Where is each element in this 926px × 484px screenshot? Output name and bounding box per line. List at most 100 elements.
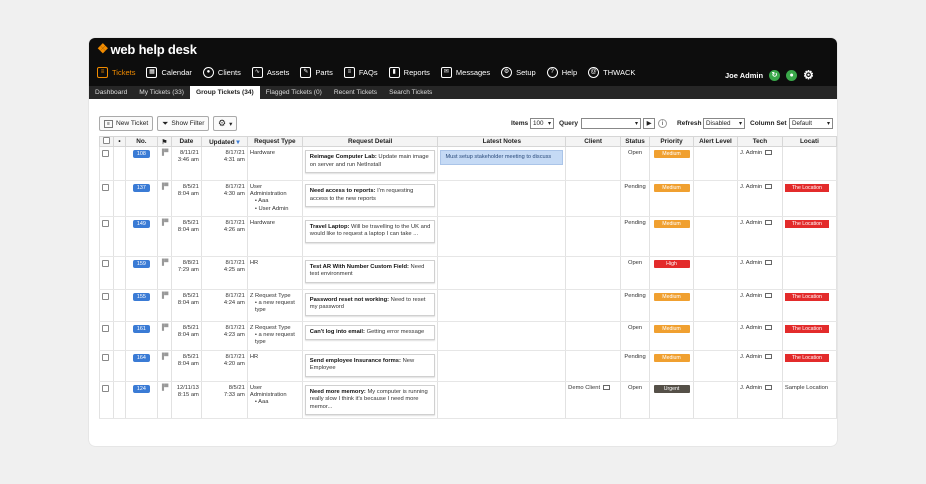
client-name[interactable]: Demo Client bbox=[568, 385, 600, 391]
request-detail-card[interactable]: Reimage Computer Lab: Update main image … bbox=[304, 150, 436, 174]
nav-tickets[interactable]: ≡ Tickets bbox=[97, 66, 135, 78]
email-icon[interactable] bbox=[765, 292, 773, 298]
tech-name[interactable]: J. Admin bbox=[740, 220, 762, 226]
col-status[interactable]: Status bbox=[620, 136, 651, 147]
ticket-number-cell[interactable]: 161 bbox=[124, 321, 158, 351]
nav-assets[interactable]: ∿ Assets bbox=[251, 66, 289, 78]
select-all-checkbox[interactable] bbox=[102, 137, 110, 144]
flag-cell[interactable]: ▐▀ bbox=[156, 381, 172, 420]
tech-name[interactable]: J. Admin bbox=[740, 150, 762, 156]
items-select[interactable]: 100 ▾ bbox=[530, 118, 554, 129]
flag-icon[interactable]: ▐▀ bbox=[160, 260, 169, 266]
nav-thwack[interactable]: @ THWACK bbox=[588, 66, 635, 78]
col-no[interactable]: No. bbox=[124, 136, 158, 147]
ticket-number-badge[interactable]: 155 bbox=[132, 292, 150, 301]
row-select-cell[interactable] bbox=[99, 289, 114, 322]
email-icon[interactable] bbox=[765, 384, 773, 390]
request-detail-cell[interactable]: Need more memory: My computer is running… bbox=[301, 381, 439, 420]
row-checkbox[interactable] bbox=[102, 353, 109, 361]
request-detail-card[interactable]: Travel Laptop: Will be travelling to the… bbox=[304, 219, 436, 243]
nav-parts[interactable]: ✎ Parts bbox=[300, 66, 333, 78]
email-icon[interactable] bbox=[765, 150, 773, 155]
nav-help[interactable]: ? Help bbox=[546, 66, 577, 78]
ticket-number-badge[interactable]: 137 bbox=[132, 184, 150, 192]
refresh-select[interactable]: Disabled ▾ bbox=[703, 118, 745, 129]
flag-column-icon[interactable]: ⚑ bbox=[156, 136, 172, 147]
query-select[interactable]: ▾ bbox=[581, 118, 641, 129]
subtab[interactable]: Flagged Tickets (0) bbox=[260, 86, 328, 99]
col-client[interactable]: Client bbox=[565, 136, 622, 147]
request-detail-cell[interactable]: Need access to reports: I'm requesting a… bbox=[301, 180, 439, 217]
ticket-number-badge[interactable]: 149 bbox=[132, 219, 150, 228]
request-detail-cell[interactable]: Test AR With Number Custom Field: Need t… bbox=[301, 256, 439, 290]
nav-reports[interactable]: ▮ Reports bbox=[388, 66, 430, 78]
email-icon[interactable] bbox=[765, 184, 773, 189]
row-select-cell[interactable] bbox=[99, 146, 114, 181]
nav-faqs[interactable]: ≡ FAQs bbox=[343, 66, 378, 78]
request-detail-card[interactable]: Password reset not working: Need to rese… bbox=[304, 292, 436, 316]
ticket-number-cell[interactable]: 108 bbox=[124, 146, 158, 181]
email-icon[interactable] bbox=[765, 219, 773, 225]
nav-setup[interactable]: ⚙ Setup bbox=[501, 66, 536, 78]
settings-menu-button[interactable]: ⚙ ▾ bbox=[213, 116, 238, 131]
ticket-number-cell[interactable]: 164 bbox=[124, 350, 158, 382]
request-detail-cell[interactable]: Travel Laptop: Will be travelling to the… bbox=[301, 216, 439, 257]
flag-icon[interactable]: ▐▀ bbox=[160, 293, 169, 299]
row-select-cell[interactable] bbox=[99, 216, 114, 257]
flag-icon[interactable]: ▐▀ bbox=[160, 325, 169, 331]
status-icon[interactable]: ↻ bbox=[769, 69, 781, 81]
table-row[interactable]: 124 ▐▀ 12/11/13 8:15 am 8/5/21 7:33 am User Ad… bbox=[99, 381, 837, 420]
latest-note[interactable]: Must setup stakeholder meeting to discus… bbox=[440, 150, 564, 165]
row-select-cell[interactable] bbox=[99, 321, 114, 351]
col-request-detail[interactable]: Request Detail bbox=[301, 136, 439, 147]
row-checkbox[interactable] bbox=[102, 384, 109, 392]
row-checkbox[interactable] bbox=[102, 292, 109, 300]
nav-messages[interactable]: ✉ Messages bbox=[440, 66, 490, 78]
request-detail-cell[interactable]: Send employee Insurance forms: New Emplo… bbox=[301, 350, 439, 382]
row-select-cell[interactable] bbox=[99, 180, 114, 217]
ticket-number-cell[interactable]: 137 bbox=[124, 180, 158, 217]
flag-cell[interactable]: ▐▀ bbox=[156, 180, 172, 217]
table-row[interactable]: 137 ▐▀ 8/5/21 8:04 am 8/17/21 4:30 am User Adm… bbox=[99, 180, 837, 217]
subtab[interactable]: Group Tickets (34) bbox=[189, 86, 260, 99]
flag-cell[interactable]: ▐▀ bbox=[156, 289, 172, 322]
request-detail-card[interactable]: Send employee Insurance forms: New Emplo… bbox=[304, 353, 436, 377]
ticket-number-badge[interactable]: 161 bbox=[132, 324, 150, 333]
tech-name[interactable]: J. Admin bbox=[740, 325, 762, 331]
email-icon[interactable] bbox=[765, 259, 773, 265]
run-query-button[interactable]: ▶ bbox=[643, 118, 655, 129]
request-detail-card[interactable]: Need more memory: My computer is running… bbox=[304, 384, 436, 416]
subtab[interactable]: Search Tickets bbox=[383, 86, 438, 99]
col-updated[interactable]: Updated ▾ bbox=[200, 136, 248, 147]
ticket-number-badge[interactable]: 124 bbox=[132, 384, 150, 393]
ticket-number-badge[interactable]: 108 bbox=[132, 150, 150, 158]
email-icon[interactable] bbox=[765, 324, 773, 330]
table-row[interactable]: 159 ▐▀ 8/8/21 7:29 am 8/17/21 4:25 am HR Test A… bbox=[99, 256, 837, 290]
row-checkbox[interactable] bbox=[102, 150, 109, 157]
flag-cell[interactable]: ▐▀ bbox=[156, 146, 172, 181]
tech-name[interactable]: J. Admin bbox=[740, 184, 762, 190]
row-checkbox[interactable] bbox=[102, 219, 109, 227]
flag-cell[interactable]: ▐▀ bbox=[156, 216, 172, 257]
col-alert-level[interactable]: Alert Level bbox=[693, 136, 738, 147]
row-checkbox[interactable] bbox=[102, 259, 109, 267]
col-tech[interactable]: Tech bbox=[736, 136, 783, 147]
flag-icon[interactable]: ▐▀ bbox=[160, 184, 169, 190]
email-icon[interactable] bbox=[765, 353, 773, 359]
col-location[interactable]: Locati bbox=[781, 136, 837, 147]
flag-cell[interactable]: ▐▀ bbox=[156, 350, 172, 382]
ticket-number-cell[interactable]: 159 bbox=[124, 256, 158, 290]
user-name[interactable]: Joe Admin bbox=[725, 71, 763, 80]
request-detail-card[interactable]: Test AR With Number Custom Field: Need t… bbox=[304, 259, 436, 283]
show-filter-button[interactable]: ⏷ Show Filter bbox=[157, 116, 210, 131]
tech-name[interactable]: J. Admin bbox=[740, 260, 762, 266]
col-latest-notes[interactable]: Latest Notes bbox=[437, 136, 567, 147]
flag-cell[interactable]: ▐▀ bbox=[156, 321, 172, 351]
request-detail-card[interactable]: Can't log into email: Getting error mess… bbox=[304, 324, 436, 341]
flag-icon[interactable]: ▐▀ bbox=[160, 385, 169, 391]
ticket-number-badge[interactable]: 164 bbox=[132, 353, 150, 362]
tech-name[interactable]: J. Admin bbox=[740, 385, 762, 391]
request-detail-cell[interactable]: Password reset not working: Need to rese… bbox=[301, 289, 439, 322]
request-detail-cell[interactable]: Can't log into email: Getting error mess… bbox=[301, 321, 439, 351]
tech-name[interactable]: J. Admin bbox=[740, 354, 762, 360]
